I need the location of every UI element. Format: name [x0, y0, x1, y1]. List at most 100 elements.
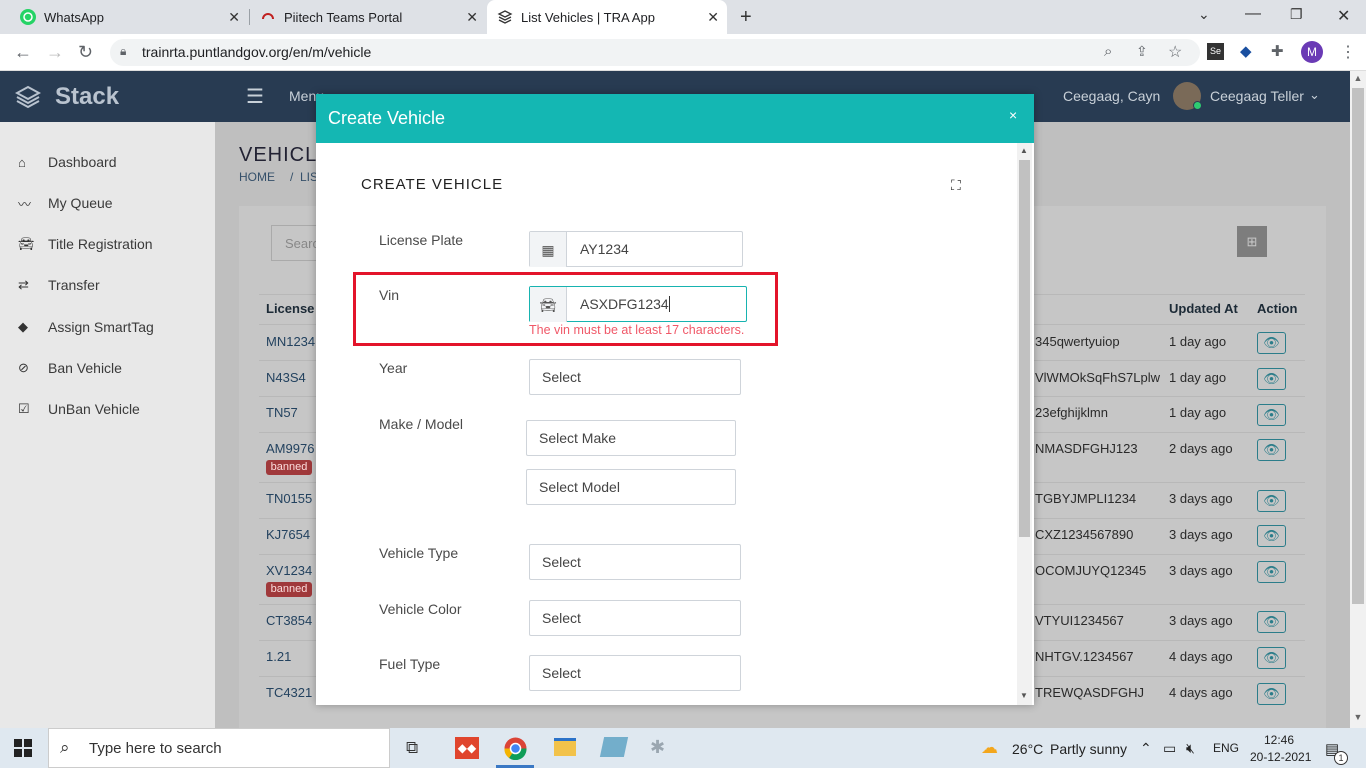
tray-chevron-icon[interactable]: ⌃ [1140, 740, 1152, 757]
license-plate-field[interactable]: ▦ AY1234 [529, 231, 743, 267]
sidebar-item-title-registration[interactable]: 🚘︎ Title Registration [18, 234, 153, 254]
fullscreen-icon[interactable]: ⛶ [951, 177, 961, 194]
sidebar-item-unban-vehicle[interactable]: ☑ UnBan Vehicle [18, 399, 140, 419]
sidebar-item-transfer[interactable]: ⇄ Transfer [18, 275, 100, 295]
network-icon[interactable]: ▭ [1163, 740, 1176, 757]
breadcrumb-home[interactable]: HOME [239, 170, 275, 184]
view-eye-icon[interactable]: 👁︎ [1257, 561, 1286, 583]
tab-search-icon[interactable]: ⌄ [1198, 6, 1210, 23]
chevron-down-icon[interactable]: ⌄ [1309, 87, 1320, 103]
vin-input[interactable]: 🚘︎ ASXDFG1234 [529, 286, 747, 322]
view-eye-icon[interactable]: 👁︎ [1257, 490, 1286, 512]
sidebar-item-dashboard[interactable]: ⌂ Dashboard [18, 152, 117, 172]
modal-close-button[interactable]: × [1009, 107, 1017, 123]
zoom-icon[interactable]: ⌕ [1104, 43, 1112, 60]
close-tab-icon[interactable]: ✕ [466, 9, 478, 26]
hamburger-menu-icon[interactable]: ☰ [246, 84, 264, 109]
tab-list-vehicles[interactable]: List Vehicles | TRA App ✕ [487, 0, 727, 34]
table-row-license[interactable]: N43S4 [266, 370, 306, 385]
search-input[interactable]: Searc [271, 225, 321, 261]
model-select[interactable]: Select Model [526, 469, 736, 505]
clock-date[interactable]: 20-12-2021 [1250, 750, 1311, 764]
restore-icon[interactable]: ❐ [1290, 6, 1303, 23]
lock-icon[interactable]: 🔒︎ [120, 44, 126, 59]
sidebar-item-ban-vehicle[interactable]: ⊘ Ban Vehicle [18, 358, 122, 378]
minimize-icon[interactable]: — [1245, 5, 1261, 23]
sidebar-item-label: Assign SmartTag [48, 319, 154, 335]
table-row-license[interactable]: AM9976 [266, 441, 314, 456]
tag-icon: ◆ [18, 319, 28, 334]
sidebar-item-assign-smarttag[interactable]: ◆ Assign SmartTag [18, 317, 154, 337]
file-explorer-icon[interactable] [554, 738, 576, 756]
scroll-down-icon[interactable]: ▼ [1352, 712, 1364, 726]
table-row-license[interactable]: TN0155 [266, 491, 312, 506]
table-row-license[interactable]: MN1234 [266, 334, 315, 349]
modal-title: Create Vehicle [328, 108, 446, 128]
weather-description[interactable]: Partly sunny [1050, 741, 1127, 757]
grid-view-icon[interactable]: ⊞ [1237, 226, 1267, 257]
page-scroll-thumb[interactable] [1352, 88, 1364, 604]
network-app-icon[interactable]: ✱ [650, 737, 665, 758]
sidebar-item-label: My Queue [48, 195, 113, 211]
window-close-icon[interactable]: ✕ [1337, 6, 1350, 26]
extension-shield-icon[interactable]: ◆ [1240, 42, 1252, 60]
table-row-license[interactable]: XV1234 [266, 563, 312, 578]
view-eye-icon[interactable]: 👁︎ [1257, 647, 1286, 669]
table-row-license[interactable]: TN57 [266, 405, 298, 420]
year-label: Year [379, 360, 408, 376]
tab-whatsapp[interactable]: WhatsApp ✕ [10, 0, 248, 34]
anydesk-icon[interactable]: ◆◆ [455, 737, 479, 759]
make-select[interactable]: Select Make [526, 420, 736, 456]
table-row-license[interactable]: TC4321 [266, 685, 312, 700]
view-eye-icon[interactable]: 👁︎ [1257, 683, 1286, 705]
reload-icon[interactable]: ↻ [78, 42, 93, 63]
tab-piitech[interactable]: Piitech Teams Portal ✕ [250, 0, 486, 34]
vehicle-color-select[interactable]: Select [529, 600, 741, 636]
task-view-icon[interactable]: ⧉ [406, 738, 418, 758]
windows-start-icon[interactable] [14, 739, 32, 760]
clock-time[interactable]: 12:46 [1264, 733, 1294, 747]
view-eye-icon[interactable]: 👁︎ [1257, 525, 1286, 547]
column-header-license[interactable]: License [266, 301, 314, 316]
scroll-up-icon[interactable]: ▲ [1352, 73, 1364, 87]
close-tab-icon[interactable]: ✕ [228, 9, 240, 26]
bookmark-star-icon[interactable]: ☆ [1168, 42, 1182, 62]
scroll-down-icon[interactable]: ▼ [1020, 691, 1028, 700]
view-eye-icon[interactable]: 👁︎ [1257, 332, 1286, 354]
notes-app-icon[interactable] [599, 737, 629, 757]
vehicle-type-select[interactable]: Select [529, 544, 741, 580]
column-header-updated[interactable]: Updated At [1169, 301, 1238, 316]
view-eye-icon[interactable]: 👁︎ [1257, 368, 1286, 390]
new-tab-icon[interactable]: + [740, 6, 752, 29]
weather-sun-icon[interactable]: ☁︎ [981, 738, 998, 758]
fuel-type-select[interactable]: Select [529, 655, 741, 691]
modal-scroll-thumb[interactable] [1019, 160, 1030, 537]
view-eye-icon[interactable]: 👁︎ [1257, 404, 1286, 426]
view-eye-icon[interactable]: 👁︎ [1257, 611, 1286, 633]
scroll-up-icon[interactable]: ▲ [1020, 146, 1028, 155]
forward-icon[interactable]: → [46, 42, 64, 63]
table-row-updated: 3 days ago [1169, 491, 1233, 506]
language-indicator[interactable]: ENG [1213, 741, 1239, 755]
browser-menu-icon[interactable]: ⋮ [1340, 42, 1356, 62]
sidebar-item-my-queue[interactable]: 〰 My Queue [18, 193, 113, 213]
table-row-license[interactable]: CT3854 [266, 613, 312, 628]
share-icon[interactable]: ⇪ [1136, 43, 1148, 60]
close-tab-icon[interactable]: ✕ [707, 9, 719, 26]
chrome-icon[interactable] [504, 737, 527, 763]
url-field[interactable]: trainrta.puntlandgov.org/en/m/vehicle [110, 39, 1200, 66]
view-eye-icon[interactable]: 👁︎ [1257, 439, 1286, 461]
sidebar-item-label: Title Registration [48, 236, 153, 252]
user-role[interactable]: Ceegaag Teller [1210, 88, 1304, 104]
extensions-puzzle-icon[interactable]: ✚ [1271, 42, 1284, 60]
back-icon[interactable]: ← [14, 42, 32, 63]
selenium-extension-icon[interactable]: Se [1207, 43, 1224, 60]
table-row-license[interactable]: KJ7654 [266, 527, 310, 542]
sidebar-item-label: UnBan Vehicle [48, 401, 140, 417]
table-row-license[interactable]: 1.21 [266, 649, 291, 664]
year-select[interactable]: Select [529, 359, 741, 395]
volume-muted-icon[interactable]: 🔇︎ [1186, 740, 1195, 757]
profile-avatar[interactable]: M [1301, 41, 1323, 63]
taskbar-search-input[interactable]: Type here to search [48, 728, 390, 768]
weather-temperature[interactable]: 26°C [1012, 741, 1043, 757]
